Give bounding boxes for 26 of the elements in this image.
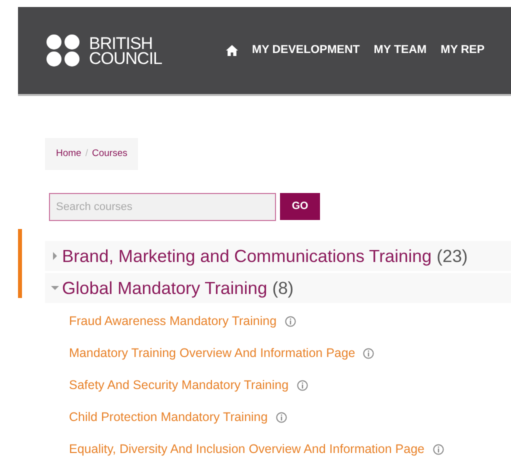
breadcrumb-separator: /: [85, 147, 88, 161]
logo[interactable]: BRITISH COUNCIL: [45, 34, 162, 68]
search-field[interactable]: Search courses: [49, 193, 276, 222]
info-icon[interactable]: [276, 412, 287, 423]
nav-link[interactable]: MY DEVELOPMENT: [252, 42, 360, 60]
info-icon[interactable]: [432, 444, 444, 455]
info-icon[interactable]: [284, 316, 296, 327]
accent-bar: [18, 229, 22, 298]
category-row[interactable]: Global Mandatory Training (8): [45, 273, 511, 304]
go-button[interactable]: GO: [280, 193, 320, 220]
info-icon[interactable]: [363, 348, 374, 359]
nav-link[interactable]: MY REP: [440, 42, 485, 60]
info-icon[interactable]: [296, 380, 308, 391]
nav-link[interactable]: MY TEAM: [374, 42, 427, 60]
category-link[interactable]: Brand, Marketing and Communications Training: [62, 243, 432, 270]
logo-text: COUNCIL: [89, 50, 162, 66]
logo-text: BRITISH: [89, 36, 153, 50]
category-row[interactable]: Brand, Marketing and Communications Training (23): [45, 241, 511, 272]
collapse-caret-icon[interactable]: [51, 284, 59, 292]
expand-caret-icon[interactable]: [51, 252, 59, 260]
home-icon[interactable]: [226, 45, 238, 56]
category-count: (8): [272, 277, 294, 300]
category-link[interactable]: Global Mandatory Training: [62, 275, 268, 302]
breadcrumb-link[interactable]: Home: [56, 147, 82, 162]
breadcrumb-link[interactable]: Courses: [92, 147, 128, 162]
category-count: (23): [436, 245, 468, 268]
